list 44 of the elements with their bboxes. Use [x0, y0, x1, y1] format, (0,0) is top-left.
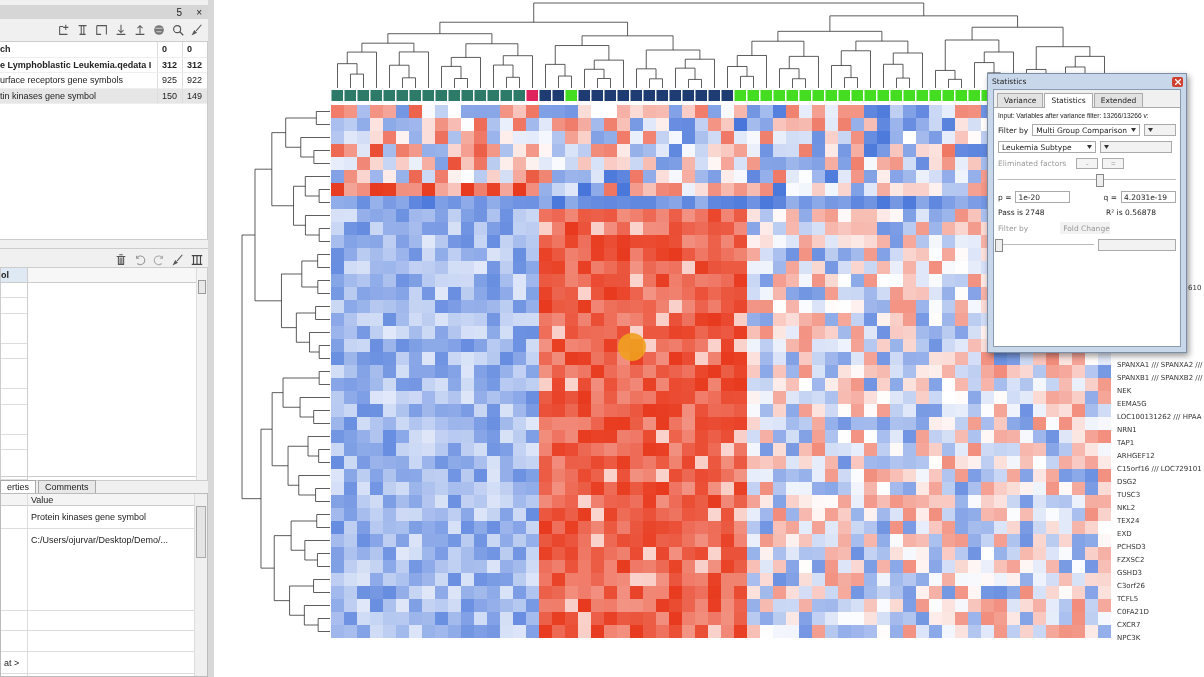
caret-icon	[1131, 128, 1137, 132]
close-button[interactable]	[1172, 76, 1183, 87]
brush-icon[interactable]	[171, 253, 185, 267]
dataset-name: ch	[0, 44, 12, 55]
delete-icon[interactable]	[114, 253, 128, 267]
dataset-name: urface receptors gene symbols	[0, 75, 125, 86]
count-cell: 922	[182, 73, 207, 88]
scrollbar[interactable]	[196, 268, 207, 480]
tab[interactable]: erties	[0, 480, 36, 493]
column-header: Value	[28, 494, 194, 506]
caret-icon	[1087, 145, 1092, 149]
count-cell: 0	[182, 42, 207, 57]
scrollbar[interactable]	[194, 494, 207, 676]
download-icon[interactable]	[114, 23, 128, 37]
count-cell: 149	[182, 88, 207, 103]
spin-field[interactable]	[1098, 239, 1176, 251]
tab[interactable]: Comments	[38, 480, 96, 493]
count-cell: 312	[157, 57, 182, 72]
dataset-row[interactable]: e Lymphoblastic Leukemia.qedata I 312 312	[0, 57, 207, 73]
count-cell: 925	[157, 73, 182, 88]
count-cell: 0	[157, 42, 182, 57]
columns-icon[interactable]	[190, 253, 204, 267]
brush-icon[interactable]	[190, 23, 204, 37]
float-button[interactable]: 5	[174, 6, 185, 18]
dataset-name: tin kinases gene symbol	[0, 90, 98, 101]
add-icon[interactable]	[57, 23, 71, 37]
caret-icon	[1148, 128, 1154, 132]
count-cell: 312	[182, 57, 207, 72]
dataset-row[interactable]: urface receptors gene symbols 925 922	[0, 73, 207, 89]
slider-thumb[interactable]	[995, 239, 1003, 252]
upload-icon[interactable]	[133, 23, 147, 37]
globe-icon[interactable]	[152, 23, 166, 37]
window-icon[interactable]	[95, 23, 109, 37]
column-header[interactable]: ol	[1, 268, 27, 283]
close-button[interactable]: ×	[194, 6, 204, 18]
table-cell: at >	[1, 652, 27, 674]
slider-thumb[interactable]	[1096, 174, 1105, 187]
pin-icon[interactable]	[76, 23, 90, 37]
dropdown[interactable]	[1144, 124, 1176, 136]
search-icon[interactable]	[171, 23, 185, 37]
caret-icon	[1104, 145, 1109, 149]
dataset-row[interactable]: ch 0 0	[0, 42, 207, 58]
dataset-name: e Lymphoblastic Leukemia.qedata I	[0, 59, 153, 70]
count-cell: 150	[157, 88, 182, 103]
